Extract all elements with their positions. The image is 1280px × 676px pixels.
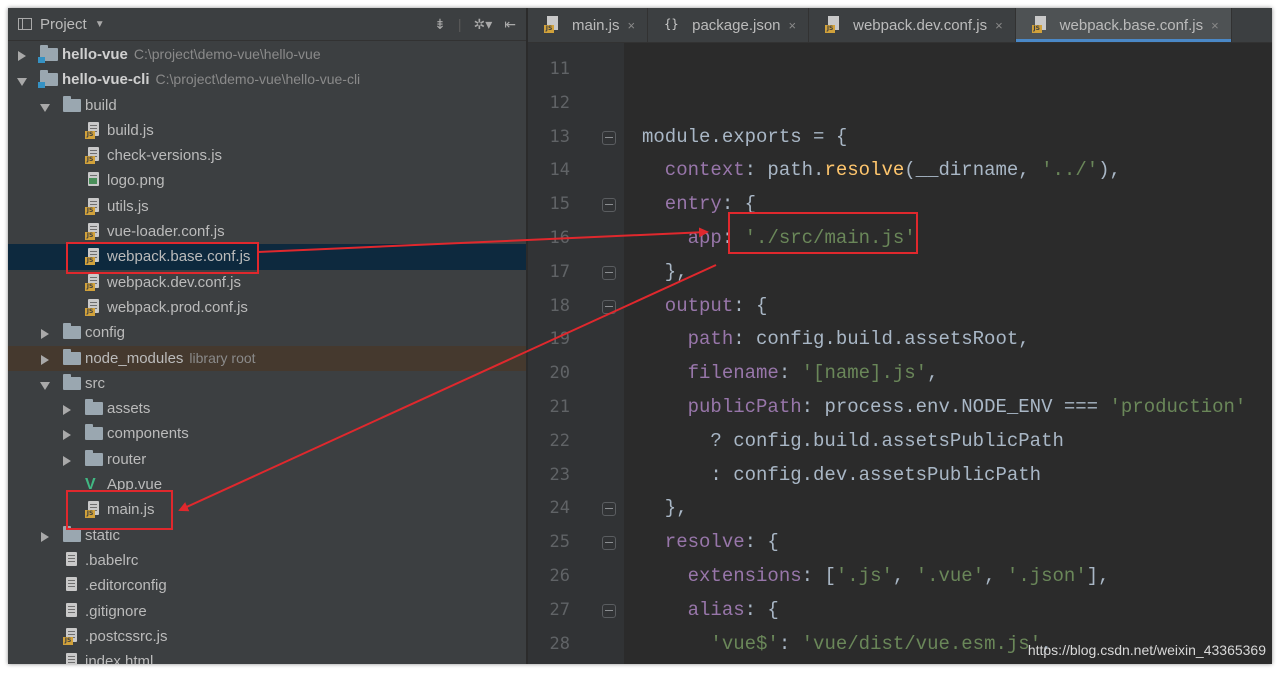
highlight-box-entry-app — [728, 212, 918, 254]
arrow-to-main-js — [178, 264, 717, 512]
annotation-overlay — [66, 212, 918, 530]
highlight-box-webpack-base — [66, 242, 259, 274]
highlight-box-main-js — [66, 490, 173, 530]
arrow-to-entry — [257, 227, 709, 253]
